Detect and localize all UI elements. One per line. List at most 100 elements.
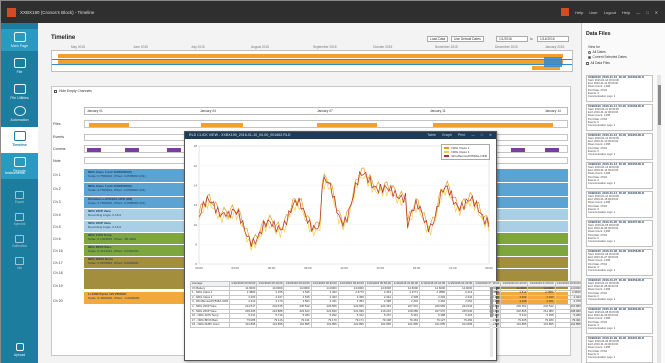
file-list-scrollbar[interactable] — [657, 75, 661, 363]
help-menu[interactable]: Help — [622, 10, 630, 15]
popup-title: RLD CLICK VIEW - XXBX190_2016-01-10_00-0… — [189, 133, 291, 137]
sidebar-item-main-page[interactable]: Main Page — [1, 29, 38, 51]
file-list-item[interactable]: XXBX190_2016-01-10_00-00_001662.RLD Start… — [586, 75, 653, 102]
files-lane[interactable] — [84, 120, 568, 128]
sidebar-item-automation[interactable]: Automation — [1, 103, 38, 125]
app-window: XXBX190 (Cronos's Block) - Timeline Help… — [0, 0, 665, 363]
row-label-ch18: Ch 18 — [53, 271, 63, 275]
rld-click-view-window[interactable]: RLD CLICK VIEW - XXBX190_2016-01-10_00-0… — [184, 131, 583, 361]
sidebar-item-file[interactable]: File — [1, 55, 38, 77]
x-tick-label: 06:00 — [268, 266, 276, 270]
popup-line-chart[interactable]: 18161412108600:00 03:00 06:00 09:00 12:00 15:… — [185, 140, 498, 280]
export-icon — [15, 191, 24, 199]
overview-selection[interactable] — [52, 59, 572, 65]
scrollbar-thumb[interactable] — [657, 85, 661, 125]
info-icon — [15, 257, 24, 265]
home-icon — [13, 32, 26, 42]
file-list-item[interactable]: XXBX190_2016-01-08_00-00_001660.RLD Start… — [586, 307, 653, 334]
scrollbar-thumb[interactable] — [490, 287, 493, 317]
popup-title-bar[interactable]: RLD CLICK VIEW - XXBX190_2016-01-10_00-0… — [185, 132, 496, 139]
to-label: to — [530, 37, 533, 41]
y-tick-label: 10 — [194, 223, 198, 227]
date-to-input[interactable]: 1/14/2016 — [537, 36, 569, 42]
popup-maximize-button[interactable]: □ — [481, 132, 483, 139]
tool-export[interactable]: Export — [1, 191, 38, 204]
maximize-button[interactable]: □ — [646, 10, 648, 15]
channel-scale: Scale: 0.1363635, Offset: -86.3829 — [88, 237, 136, 241]
load-data-button[interactable]: Load Data — [427, 36, 449, 42]
file-list-item[interactable]: XXBX190_2016-01-13_00-00_001665.RLD Start… — [586, 162, 653, 189]
close-button[interactable]: ✕ — [655, 10, 658, 15]
minimize-button[interactable]: — — [636, 10, 640, 15]
overview-timeline[interactable] — [51, 50, 573, 72]
option-all-dates[interactable]: All Dates — [588, 50, 606, 54]
row-label-ch1: Ch 1 — [53, 173, 61, 177]
file-list-item[interactable]: XXBX190_2016-01-14_00-00_001666.RLD Start… — [586, 191, 653, 218]
comm-bar[interactable] — [167, 148, 181, 152]
file-bar[interactable] — [317, 123, 377, 127]
table-scrollbar[interactable] — [490, 283, 493, 357]
file-bar[interactable] — [201, 123, 243, 127]
comm-bar[interactable] — [511, 148, 525, 152]
row-label-ch16: Ch 16 — [53, 249, 63, 253]
row-label-comms: Comms — [53, 147, 66, 151]
channel-scale: Scale: 0.4214444, Offset: 0.0300000 — [88, 249, 139, 253]
table-view-button[interactable]: Table — [427, 132, 436, 139]
file-list-item[interactable]: XXBX190_2016-01-11_00-00_001663.RLD Start… — [586, 104, 653, 131]
avatar[interactable] — [561, 8, 570, 16]
comm-bar[interactable] — [545, 148, 559, 152]
file-detail: Communication Logs: 1 — [588, 239, 616, 243]
file-list-item[interactable]: XXBX190_2016-01-12_00-00_001664.RLD Start… — [586, 133, 653, 160]
table-cell: 101.895 — [256, 322, 285, 328]
axis-date: January 11 — [430, 109, 446, 113]
print-button[interactable]: Print — [458, 132, 465, 139]
file-list-item[interactable]: XXBX190_2016-01-09_00-00_001661.RLD Start… — [586, 336, 653, 363]
sidebar-item-upload[interactable]: Upload — [1, 341, 38, 361]
channel-scale: Scale: 0.0976563, Offset: 0.0000000 — [88, 261, 139, 265]
x-tick-label: 12:00 — [340, 266, 348, 270]
popup-minimize-button[interactable]: — — [471, 132, 475, 139]
tool-calibration[interactable]: Calibration — [1, 235, 38, 248]
file-list-item[interactable]: XXBX190_2016-01-07_00-00_001659.RLD Start… — [586, 278, 653, 305]
view-for-label: View for — [588, 45, 600, 49]
file-detail: Communication Logs: 1 — [588, 123, 616, 127]
y-tick-label: 16 — [194, 164, 198, 168]
legend-item: WindSensorP2546A-OPR — [444, 154, 487, 158]
help-link[interactable]: Help — [575, 10, 583, 15]
spectral-icon — [15, 213, 24, 221]
comm-bar[interactable] — [87, 148, 101, 152]
popup-data-table[interactable]: Average 1/10/2016 00:00:00 1/10/2016 00:10… — [189, 281, 583, 328]
popup-close-button[interactable]: ✕ — [489, 132, 492, 139]
graph-view-button[interactable]: Graph — [442, 132, 452, 139]
legend-swatch — [444, 147, 450, 149]
date-from-input[interactable]: 1/1/2016 — [496, 36, 528, 42]
logout-link[interactable]: Logout — [604, 10, 616, 15]
y-tick-label: 18 — [194, 144, 198, 148]
channel-scale: Scale: 0.7569916, Offset: 0.2595893 (0/1… — [88, 188, 146, 192]
automation-icon — [13, 106, 26, 116]
file-list-item[interactable]: XXBX190_2016-01-06_00-00_001658.RLD Start… — [586, 249, 653, 276]
tool-spectral[interactable]: Spectral — [1, 213, 38, 226]
option-current-selected-dates[interactable]: Current Selected Dates — [588, 55, 627, 59]
file-bar[interactable] — [89, 123, 129, 127]
table-cell: 101.895 — [554, 322, 583, 328]
overview-range-handle[interactable] — [544, 57, 562, 67]
calibration-icon — [15, 235, 24, 243]
instruments-section-label: Instruments — [5, 171, 25, 175]
file-list-item[interactable]: XXBX190_2016-01-05_00-00_001657.RLD Start… — [586, 220, 653, 247]
sidebar-item-file-utilities[interactable]: File Utilities — [1, 81, 38, 103]
user-link[interactable]: User — [589, 10, 597, 15]
file-bar[interactable] — [433, 123, 553, 127]
hide-empty-channels-checkbox[interactable]: Hide Empty Channels — [54, 89, 92, 93]
month-label: July 2015 — [191, 45, 205, 49]
sidebar-item-reports[interactable]: Reports — [1, 153, 38, 179]
use-default-dates-button[interactable]: Use Default Dates — [451, 36, 484, 42]
comm-bar[interactable] — [125, 148, 139, 152]
sidebar-item-timeline[interactable]: Timeline — [1, 127, 38, 153]
date-axis: January 01 January 04 January 07 January… — [84, 107, 568, 115]
file-detail: Communication Logs: 1 — [588, 94, 616, 98]
table-cell: 101.895 — [418, 322, 448, 328]
all-data-files-toggle[interactable]: All Data Files — [586, 61, 610, 65]
tool-info[interactable]: Info — [1, 257, 38, 270]
axis-date: January 14 — [545, 109, 561, 113]
